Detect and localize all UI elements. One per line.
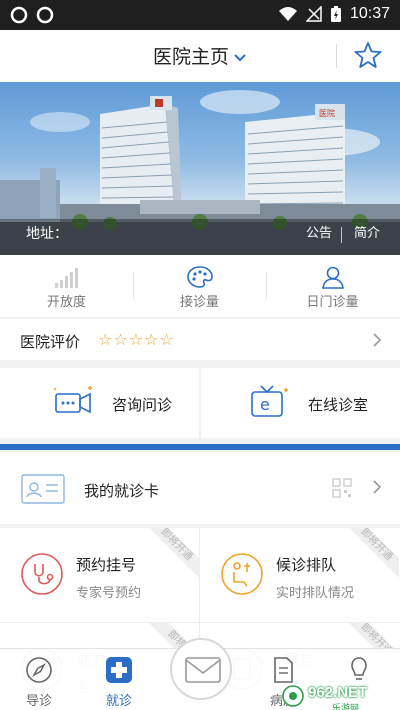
watermark-logo: 962.NET 乐游网 (282, 684, 396, 710)
consult-button[interactable]: 咨询问诊 (6, 368, 198, 438)
online-clinic-label: 在线诊室 (308, 396, 369, 414)
hospital-banner[interactable]: 医院 地址： 公告 简介 (0, 82, 400, 255)
qr-code-icon[interactable] (332, 478, 352, 498)
my-medical-card-row[interactable]: 我的就诊卡 (0, 452, 400, 524)
chevron-right-icon (373, 480, 382, 494)
nav-guide[interactable]: 导诊 (4, 649, 74, 710)
document-icon (274, 657, 293, 683)
banner-separator (341, 227, 342, 243)
favorite-star-icon[interactable] (354, 41, 382, 69)
tile-title: 预约挂号 (76, 556, 137, 574)
page-title-dropdown[interactable]: 医院主页 (0, 42, 400, 69)
bulb-icon (351, 657, 367, 680)
wifi-icon (278, 7, 297, 21)
notice-link[interactable]: 公告 (306, 222, 332, 241)
watermark-text: 962.NET (308, 684, 368, 701)
rating-stars: ☆☆☆☆☆ (98, 330, 175, 349)
queue-icon (221, 553, 263, 595)
envelope-icon (185, 657, 221, 683)
hospital-sign-text: 医院 (319, 108, 335, 118)
tile-subtitle: 实时排队情况 (276, 586, 355, 601)
consult-divider (199, 368, 201, 438)
stethoscope-icon (21, 553, 63, 595)
video-chat-icon (53, 386, 92, 414)
header-divider (336, 44, 337, 68)
stat-openness: 开放度 (0, 255, 133, 317)
hospital-rating-row[interactable]: 医院评价 ☆☆☆☆☆ (0, 318, 400, 360)
palette-icon (186, 266, 213, 288)
status-left (10, 6, 54, 24)
coming-soon-ribbon: 即将开通 (139, 528, 199, 582)
nav-label: 就诊 (105, 694, 132, 709)
signal-bars-icon (54, 268, 78, 288)
compass-icon (26, 657, 52, 683)
consult-row: 咨询问诊 e 在线诊室 (0, 368, 400, 438)
stat-label: 日门诊量 (306, 295, 359, 310)
status-time: 10:37 (349, 5, 390, 22)
chevron-right-icon (373, 333, 382, 347)
stats-row: 开放度 接诊量 日门诊量 (0, 255, 400, 317)
consult-label: 咨询问诊 (112, 396, 173, 414)
nav-label: 导诊 (25, 694, 52, 709)
stat-label: 接诊量 (179, 295, 219, 310)
header: 医院主页 (0, 30, 400, 82)
status-bar: 10:37 (0, 0, 400, 30)
medical-card-label: 我的就诊卡 (84, 482, 160, 500)
no-signal-icon (305, 6, 322, 22)
app-notification-icon (36, 6, 54, 24)
stat-daily-outpatient: 日门诊量 (266, 255, 399, 317)
tv-e-icon: e (251, 385, 288, 417)
tile-title: 候诊排队 (276, 556, 337, 574)
id-card-icon (21, 474, 65, 504)
app-notification-icon (10, 6, 28, 24)
stat-label: 开放度 (46, 295, 86, 310)
nav-treatment[interactable]: 就诊 (84, 649, 154, 710)
chevron-down-icon (234, 53, 246, 61)
medical-cross-icon (106, 657, 132, 683)
intro-link[interactable]: 简介 (354, 222, 380, 241)
status-right: 10:37 (278, 5, 390, 23)
address-label: 地址： (26, 226, 68, 242)
section-divider-strip (0, 444, 400, 450)
watermark-circle-icon (282, 685, 304, 707)
appointment-registration-tile[interactable]: 预约挂号 专家号预约 即将开通 (0, 528, 199, 622)
page-title: 医院主页 (152, 46, 229, 68)
rating-label: 医院评价 (20, 333, 81, 351)
svg-text:e: e (260, 395, 270, 414)
stat-visits: 接诊量 (133, 255, 266, 317)
message-center-button[interactable] (170, 638, 232, 700)
battery-icon (330, 6, 341, 22)
coming-soon-ribbon: 即将开通 (339, 528, 399, 582)
tile-subtitle: 专家号预约 (76, 586, 142, 601)
watermark-subtext: 乐游网 (332, 704, 360, 710)
person-icon (321, 266, 344, 289)
online-clinic-button[interactable]: e 在线诊室 (202, 368, 394, 438)
waiting-queue-tile[interactable]: 候诊排队 实时排队情况 即将开通 (200, 528, 399, 622)
